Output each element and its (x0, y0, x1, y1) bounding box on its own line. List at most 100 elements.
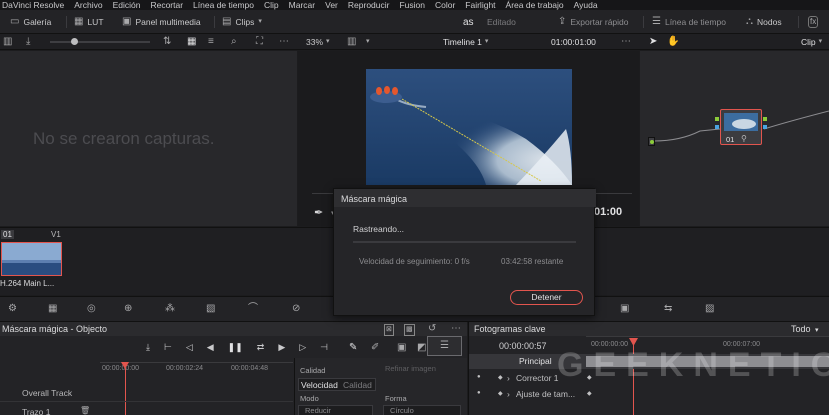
keyframes-icon[interactable]: ▨ (705, 304, 714, 314)
effects-button[interactable]: fx (808, 10, 819, 34)
node-01[interactable]: 01 ⚲ (720, 109, 762, 145)
menu-marcar[interactable]: Marcar (289, 0, 315, 10)
keyframe-dot-icon: ● (477, 390, 481, 396)
hdr-wheels-icon[interactable]: ⊕ (124, 304, 132, 314)
viewer-mode-icon[interactable]: ▥ (347, 34, 356, 50)
download-icon[interactable]: ⤓ (26, 34, 30, 50)
track-reverse-icon[interactable]: ⤓ (146, 342, 150, 353)
menu-reproducir[interactable]: Reproducir (348, 0, 390, 10)
chevron-down-icon[interactable]: ▾ (366, 34, 370, 50)
keyframe-diamond-icon[interactable]: ◆ (498, 390, 503, 397)
pause-icon[interactable]: ❚❚ (228, 342, 243, 353)
stroke-box-icon[interactable]: ▣ (397, 343, 406, 353)
play-forward-icon[interactable]: ▶ (278, 342, 285, 353)
go-start-icon[interactable]: ⊢ (164, 342, 172, 353)
node-input-blue[interactable] (715, 125, 719, 129)
detener-button[interactable]: Detener (510, 290, 583, 305)
sort-icon[interactable]: ⇅ (163, 34, 171, 50)
lut-button[interactable]: ▦ LUT (74, 10, 104, 34)
play-reverse-icon[interactable]: ◀ (207, 342, 214, 353)
galeria-button[interactable]: ▭ Galería (10, 10, 51, 34)
node-output-green[interactable] (763, 117, 767, 121)
more-options-icon[interactable]: ⋯ (279, 34, 289, 50)
clips-button[interactable]: ▤ Clips ▾ (222, 10, 262, 34)
tab-calidad[interactable]: Calidad (343, 380, 372, 390)
eyedropper-icon[interactable]: ✒ (314, 208, 323, 219)
color-wheels-icon[interactable]: ◎ (87, 304, 96, 314)
camera-raw-icon[interactable]: ⚙ (8, 304, 17, 314)
thumb-size-slider-handle[interactable] (71, 38, 78, 45)
chevron-down-icon: ▾ (815, 327, 819, 334)
motion-effects-icon[interactable]: ▧ (206, 304, 215, 314)
track-trazo-1[interactable]: Trazo 1 (22, 407, 51, 415)
ruler-mark-2: 00:00:04:48 (231, 365, 268, 372)
menu-fusion[interactable]: Fusion (399, 0, 425, 10)
more-options-icon[interactable]: ⋯ (621, 34, 631, 50)
gallery-panel: No se crearon capturas. (0, 51, 297, 226)
menu-ver[interactable]: Ver (325, 0, 338, 10)
chevron-right-icon[interactable]: › (507, 389, 510, 399)
keyframe-diamond-icon[interactable]: ◆ (498, 374, 503, 381)
kf-row-ajuste[interactable]: ● ◆ › Ajuste de tam... ◆ (469, 387, 829, 402)
pointer-icon[interactable]: ➤ (649, 34, 657, 50)
kf-row-label: Ajuste de tam... (516, 389, 576, 399)
swap-icon[interactable]: ⇄ (257, 342, 265, 353)
menu-edicion[interactable]: Edición (113, 0, 141, 10)
more-options-icon[interactable]: ⋯ (451, 324, 461, 334)
curves-icon[interactable]: ⌒ (248, 304, 258, 314)
hand-icon[interactable]: ✋ (667, 34, 679, 50)
mask-overlay-icon[interactable]: ⊠ (384, 324, 394, 336)
menu-linea-tiempo[interactable]: Línea de tiempo (193, 0, 254, 10)
linea-tiempo-button[interactable]: ☰ Línea de tiempo (652, 10, 726, 34)
prev-frame-icon[interactable]: ◁ (186, 342, 193, 353)
zoom-select[interactable]: 33% ▾ (306, 34, 330, 50)
grid-view-icon[interactable]: ▦ (187, 34, 196, 50)
menu-area-trabajo[interactable]: Área de trabajo (506, 0, 564, 10)
color-match-icon[interactable]: ▦ (48, 304, 57, 314)
reset-icon[interactable]: ↺ (428, 324, 436, 334)
modo-select[interactable]: Reducir (298, 405, 373, 415)
sidebar-toggle-icon[interactable]: ▥ (3, 34, 12, 50)
mask-view-icon[interactable]: ▩ (404, 324, 415, 336)
menu-clip[interactable]: Clip (264, 0, 279, 10)
node-output-blue[interactable] (763, 125, 767, 129)
sizing-icon[interactable]: ▣ (620, 304, 629, 314)
exportar-rapido-button[interactable]: ⇪ Exportar rápido (558, 10, 629, 34)
track-overall[interactable]: Overall Track (22, 388, 72, 398)
eraser-icon[interactable]: ◩ (417, 343, 426, 353)
warper-icon[interactable]: ⊘ (292, 304, 300, 314)
list-view-icon[interactable]: ≡ (208, 34, 214, 50)
add-stroke-icon[interactable]: ✎ (349, 343, 357, 353)
keyframes-filter[interactable]: Todo ▾ (791, 324, 819, 334)
menu-fairlight[interactable]: Fairlight (465, 0, 495, 10)
kf-row-label: Principal (519, 356, 552, 366)
settings-toggle-button[interactable]: ☰ (427, 336, 462, 356)
clip-thumbnail[interactable] (1, 242, 62, 276)
rgb-mixer-icon[interactable]: ⁂ (165, 304, 175, 314)
lut-icon: ▦ (74, 16, 84, 27)
expand-icon[interactable]: ⛶ (256, 34, 263, 50)
magic-mask-dialog: Máscara mágica Rastreando... Velocidad d… (333, 188, 596, 316)
panel-multimedia-button[interactable]: ▣ Panel multimedia (122, 10, 201, 34)
gallery-icon: ▭ (10, 16, 20, 27)
stereo-icon[interactable]: ⇆ (664, 304, 672, 314)
tab-velocidad[interactable]: Velocidad (301, 380, 338, 390)
chevron-right-icon[interactable]: › (507, 373, 510, 383)
menu-davinci[interactable]: DaVinci Resolve (2, 0, 64, 10)
clips-icon: ▤ (222, 16, 232, 27)
thumb-size-slider[interactable] (50, 41, 150, 43)
go-end-icon[interactable]: ⊣ (320, 342, 328, 353)
node-mode-select[interactable]: Clip ▾ (801, 34, 822, 50)
menu-archivo[interactable]: Archivo (74, 0, 102, 10)
subtract-stroke-icon[interactable]: ✐ (371, 343, 379, 353)
next-frame-icon[interactable]: ▷ (299, 342, 306, 353)
menu-recortar[interactable]: Recortar (150, 0, 183, 10)
nodos-button[interactable]: ⛬ Nodos (746, 10, 782, 34)
menu-ayuda[interactable]: Ayuda (574, 0, 598, 10)
search-icon[interactable]: ⌕ (231, 34, 237, 50)
forma-select[interactable]: Círculo (383, 405, 461, 415)
menu-color[interactable]: Color (435, 0, 455, 10)
node-input-green[interactable] (715, 117, 719, 121)
timeline-select[interactable]: Timeline 1 ▾ (443, 34, 488, 50)
trash-icon[interactable]: 🗑 (80, 406, 90, 415)
